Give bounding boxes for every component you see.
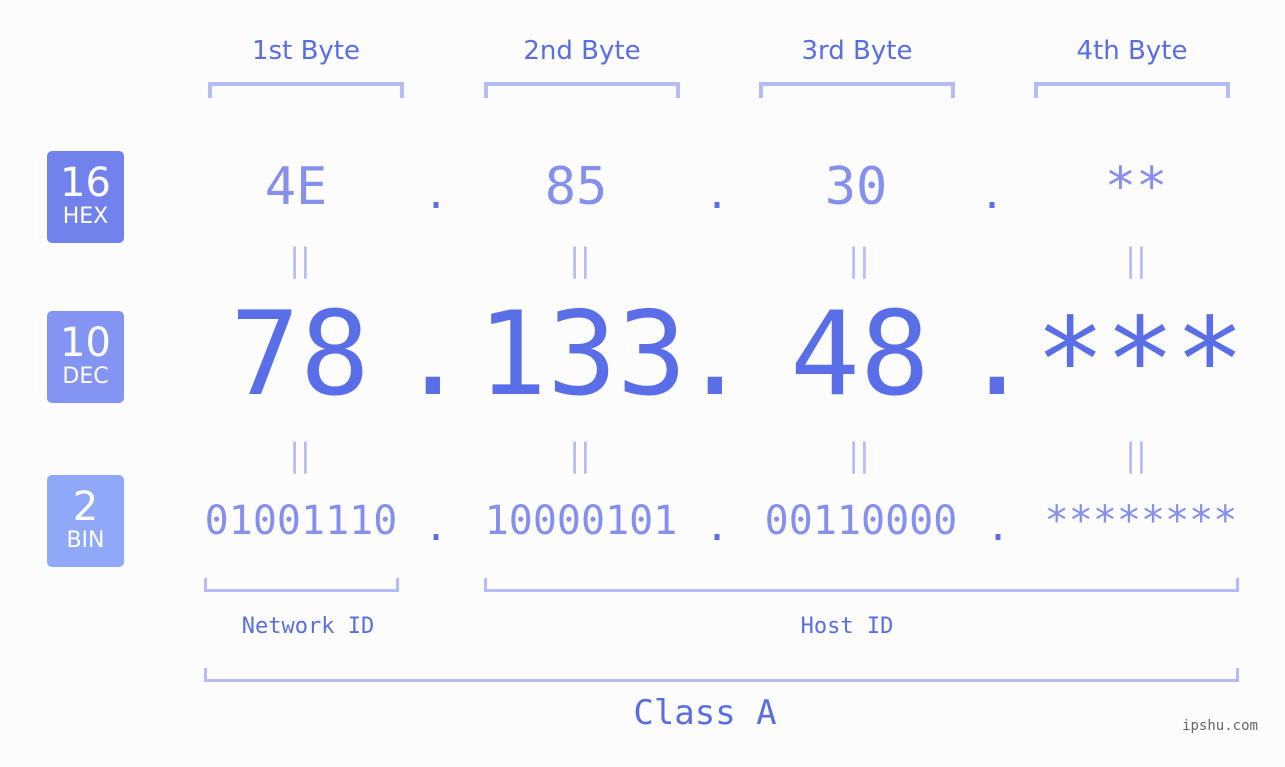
equals-dec-bin-4: || bbox=[1125, 436, 1147, 474]
byte-bracket-3 bbox=[759, 82, 955, 98]
dec-badge-number: 10 bbox=[60, 320, 111, 366]
bin-badge: 2 BIN bbox=[47, 475, 124, 567]
dec-byte-2: 133 bbox=[477, 287, 687, 422]
hex-dot-2: . bbox=[705, 172, 730, 218]
hex-byte-4: ** bbox=[1104, 157, 1168, 217]
equals-dec-bin-1: || bbox=[289, 436, 311, 474]
bin-dot-3: . bbox=[986, 504, 1011, 550]
class-label: Class A bbox=[633, 693, 777, 733]
dec-byte-3: 48 bbox=[790, 287, 930, 422]
equals-hex-dec-4: || bbox=[1125, 241, 1147, 279]
hex-byte-1: 4E bbox=[264, 157, 328, 217]
dec-byte-1: 78 bbox=[230, 287, 370, 422]
dec-byte-4: *** bbox=[1035, 293, 1245, 428]
bin-dot-2: . bbox=[705, 504, 730, 550]
equals-dec-bin-2: || bbox=[569, 436, 591, 474]
network-id-bracket bbox=[204, 578, 399, 592]
bin-dot-1: . bbox=[424, 504, 449, 550]
host-id-label: Host ID bbox=[800, 614, 894, 639]
byte-header-1: 1st Byte bbox=[252, 36, 360, 66]
dec-badge-label: DEC bbox=[62, 364, 109, 389]
byte-header-2: 2nd Byte bbox=[523, 36, 641, 66]
hex-badge: 16 HEX bbox=[47, 151, 124, 243]
byte-header-4: 4th Byte bbox=[1076, 36, 1188, 66]
network-id-label: Network ID bbox=[241, 614, 375, 639]
equals-dec-bin-3: || bbox=[848, 436, 870, 474]
equals-hex-dec-3: || bbox=[848, 241, 870, 279]
byte-bracket-1 bbox=[208, 82, 404, 98]
bin-byte-3: 00110000 bbox=[764, 498, 958, 544]
watermark: ipshu.com bbox=[1182, 718, 1258, 734]
byte-header-3: 3rd Byte bbox=[801, 36, 913, 66]
hex-badge-number: 16 bbox=[60, 160, 111, 206]
bin-byte-2: 10000101 bbox=[484, 498, 678, 544]
equals-hex-dec-2: || bbox=[569, 241, 591, 279]
byte-bracket-4 bbox=[1034, 82, 1230, 98]
bin-byte-1: 01001110 bbox=[204, 498, 398, 544]
hex-byte-2: 85 bbox=[544, 157, 608, 217]
hex-badge-label: HEX bbox=[62, 204, 109, 229]
host-id-bracket bbox=[484, 578, 1239, 592]
hex-dot-3: . bbox=[980, 172, 1005, 218]
bin-badge-label: BIN bbox=[66, 528, 105, 553]
bin-byte-4: ******** bbox=[1044, 498, 1238, 544]
byte-bracket-2 bbox=[484, 82, 680, 98]
equals-hex-dec-1: || bbox=[289, 241, 311, 279]
bin-badge-number: 2 bbox=[72, 484, 99, 530]
hex-dot-1: . bbox=[424, 172, 449, 218]
hex-byte-3: 30 bbox=[824, 157, 888, 217]
dec-badge: 10 DEC bbox=[47, 311, 124, 403]
class-bracket bbox=[204, 668, 1239, 682]
